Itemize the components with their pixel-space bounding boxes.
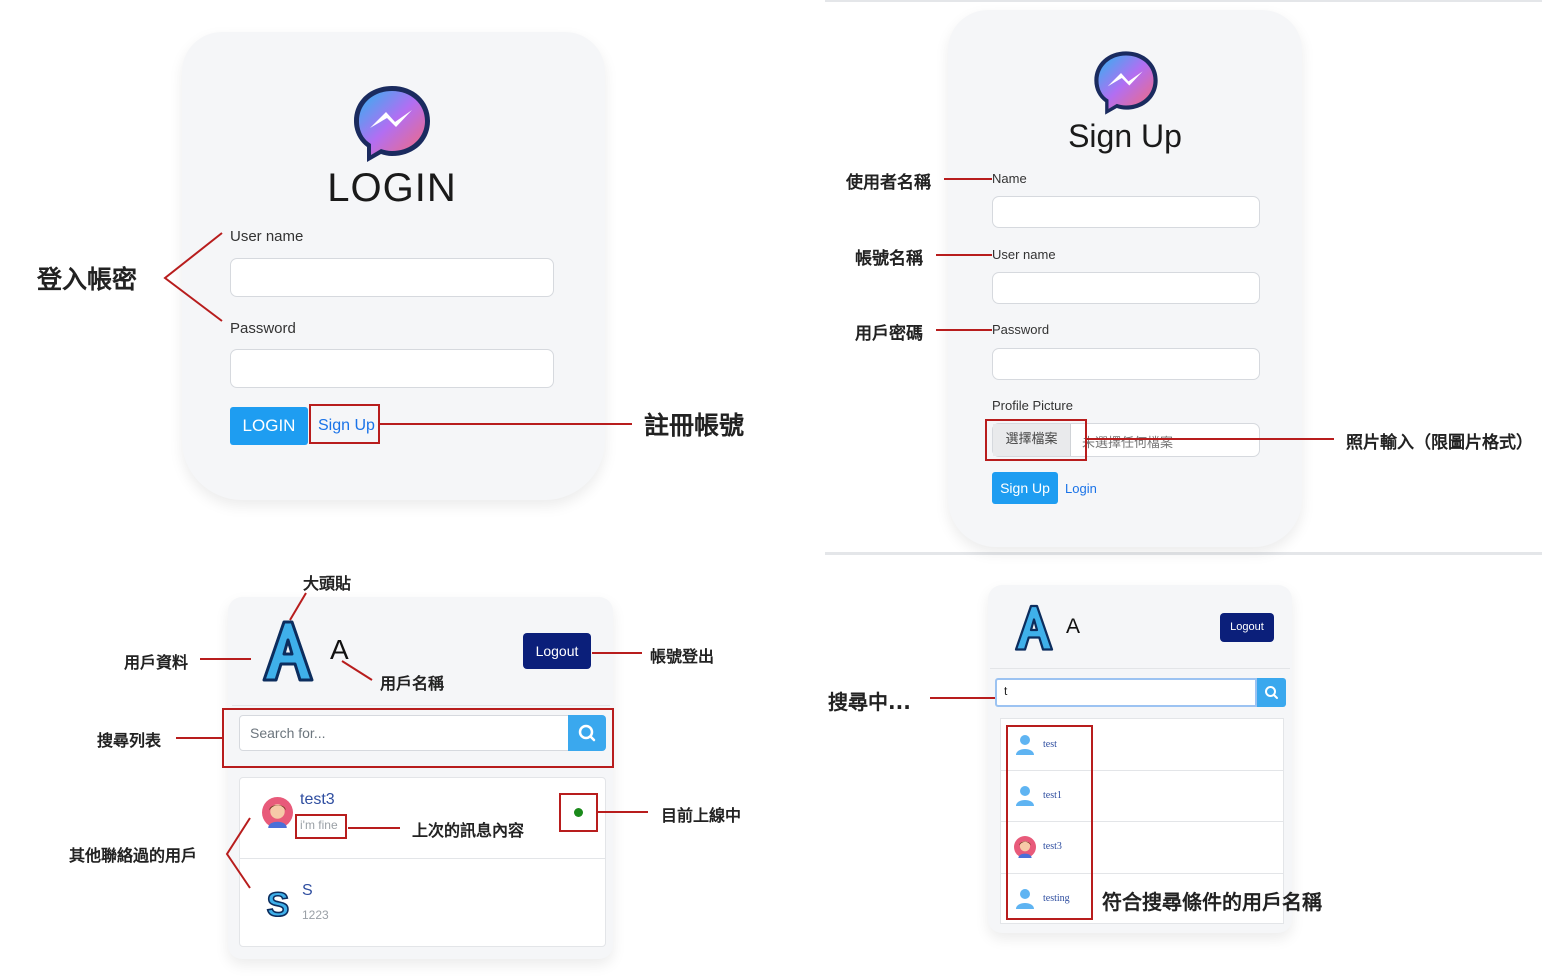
annotation-lines: [163, 178, 1334, 889]
